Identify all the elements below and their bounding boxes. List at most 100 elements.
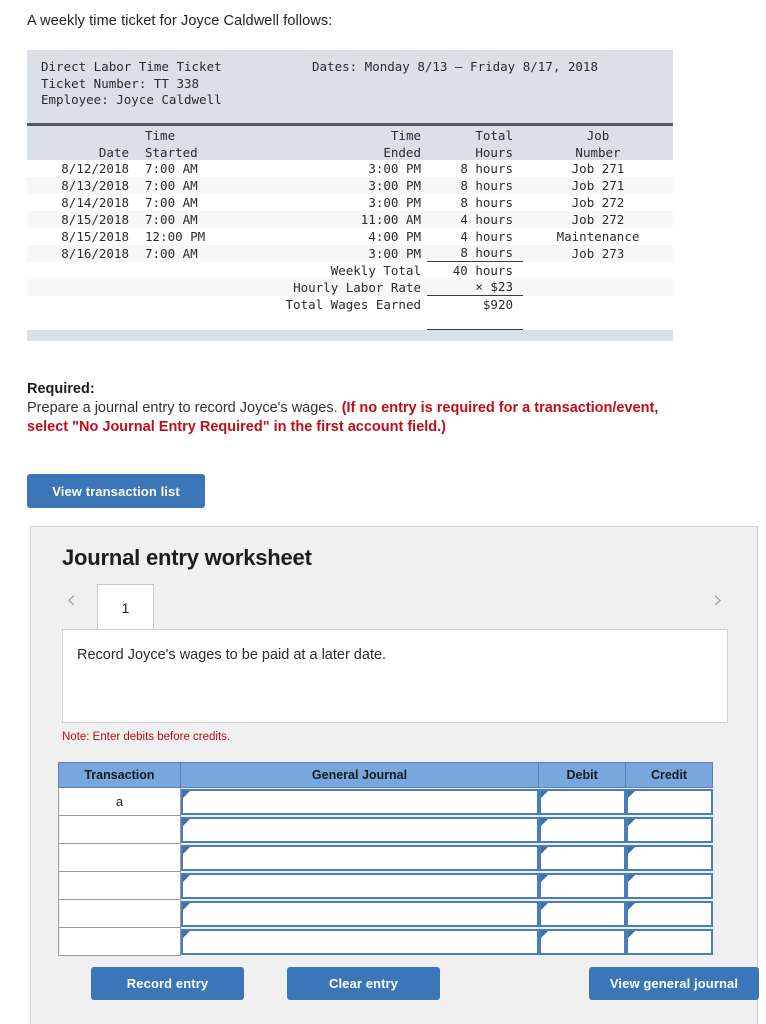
cell-started: 7:00 AM: [135, 210, 247, 228]
cell-date: 8/12/2018: [27, 159, 135, 177]
debit-input[interactable]: [538, 900, 626, 927]
cell-transaction: [58, 899, 181, 928]
credit-input[interactable]: [625, 816, 713, 843]
credit-input[interactable]: [625, 928, 713, 955]
table-row: [58, 815, 713, 844]
header-hours: Hours: [427, 142, 523, 160]
cell-general-journal[interactable]: [180, 927, 539, 956]
table-row: 8/15/2018 7:00 AM 11:00 AM 4 hours Job 2…: [27, 210, 673, 228]
cell-debit[interactable]: [538, 927, 626, 956]
general-journal-input[interactable]: [180, 872, 539, 899]
worksheet-description-text: Record Joyce's wages to be paid at a lat…: [77, 647, 387, 663]
totals-underline-row: [27, 312, 673, 330]
totals-label: Total Wages Earned: [247, 295, 427, 313]
table-row: a: [58, 787, 713, 816]
table-row: [58, 899, 713, 928]
debit-input[interactable]: [538, 844, 626, 871]
cell-job: Job 271: [523, 159, 673, 177]
cell-hours: 8 hours: [427, 193, 523, 211]
header-ended: Ended: [247, 142, 427, 160]
general-journal-input[interactable]: [180, 900, 539, 927]
required-sentence: Prepare a journal entry to record Joyce'…: [27, 400, 338, 416]
chevron-left-icon[interactable]: ‹: [66, 586, 86, 616]
required-instructions: Prepare a journal entry to record Joyce'…: [27, 399, 766, 437]
general-journal-input[interactable]: [180, 928, 539, 955]
worksheet-tab-label: 1: [121, 599, 130, 616]
cell-debit[interactable]: [538, 815, 626, 844]
worksheet-tab-1[interactable]: 1: [97, 584, 154, 630]
debit-input[interactable]: [538, 928, 626, 955]
debit-input[interactable]: [538, 816, 626, 843]
cell-general-journal[interactable]: [180, 843, 539, 872]
cell-ended: 3:00 PM: [247, 176, 427, 194]
general-journal-input[interactable]: [180, 788, 539, 815]
time-ticket-header: Direct Labor Time Ticket Ticket Number: …: [27, 50, 673, 126]
debit-input[interactable]: [538, 788, 626, 815]
cell-credit[interactable]: [625, 899, 713, 928]
header-hours-top: Total: [427, 125, 523, 143]
cell-ended: 3:00 PM: [247, 159, 427, 177]
header-debit: Debit: [538, 762, 627, 788]
cell-general-journal[interactable]: [180, 899, 539, 928]
cell-hours: 4 hours: [427, 210, 523, 228]
cell-credit[interactable]: [625, 871, 713, 900]
general-journal-input[interactable]: [180, 844, 539, 871]
intro-text: A weekly time ticket for Joyce Caldwell …: [27, 13, 333, 29]
cell-ended: 3:00 PM: [247, 244, 427, 262]
totals-row: Weekly Total 40 hours: [27, 261, 673, 279]
time-ticket-footer-bar: [27, 330, 673, 341]
header-started-top: Time: [135, 125, 247, 143]
header-date-top: [27, 125, 135, 143]
record-entry-button[interactable]: Record entry: [91, 967, 244, 1000]
cell-started: 7:00 AM: [135, 176, 247, 194]
page-root: A weekly time ticket for Joyce Caldwell …: [0, 0, 766, 1024]
header-date: Date: [27, 142, 135, 160]
view-transaction-list-button[interactable]: View transaction list: [27, 474, 205, 508]
journal-entry-worksheet-panel: Journal entry worksheet ‹ 1 › Record Joy…: [30, 526, 759, 1024]
chevron-right-icon[interactable]: ›: [713, 586, 733, 616]
cell-hours: 8 hours: [427, 244, 523, 262]
header-started: Started: [135, 142, 247, 160]
totals-label: Weekly Total: [247, 261, 427, 279]
cell-general-journal[interactable]: [180, 871, 539, 900]
cell-general-journal[interactable]: [180, 815, 539, 844]
credit-input[interactable]: [625, 844, 713, 871]
view-general-journal-button[interactable]: View general journal: [589, 967, 759, 1000]
cell-hours: 8 hours: [427, 159, 523, 177]
journal-entry-table-wrapper: Transaction General Journal Debit Credit…: [58, 762, 713, 956]
journal-header-row: Transaction General Journal Debit Credit: [58, 762, 713, 788]
cell-job: Job 273: [523, 244, 673, 262]
totals-value: 40 hours: [427, 261, 523, 279]
credit-input[interactable]: [625, 900, 713, 927]
cell-credit[interactable]: [625, 843, 713, 872]
cell-general-journal[interactable]: [180, 787, 539, 816]
time-ticket-card: Direct Labor Time Ticket Ticket Number: …: [27, 50, 673, 341]
cell-credit[interactable]: [625, 927, 713, 956]
debit-input[interactable]: [538, 872, 626, 899]
debits-before-credits-note: Note: Enter debits before credits.: [62, 731, 231, 743]
cell-transaction: [58, 927, 181, 956]
cell-debit[interactable]: [538, 871, 626, 900]
header-job-top: Job: [523, 125, 673, 143]
credit-input[interactable]: [625, 788, 713, 815]
totals-value: × $23: [427, 278, 523, 296]
required-section: Required: Prepare a journal entry to rec…: [27, 381, 766, 437]
cell-job: Job 272: [523, 210, 673, 228]
cell-debit[interactable]: [538, 899, 626, 928]
cell-hours: 4 hours: [427, 227, 523, 245]
table-row: 8/14/2018 7:00 AM 3:00 PM 8 hours Job 27…: [27, 193, 673, 211]
cell-debit[interactable]: [538, 787, 626, 816]
worksheet-title: Journal entry worksheet: [62, 545, 312, 570]
clear-entry-button[interactable]: Clear entry: [287, 967, 440, 1000]
cell-credit[interactable]: [625, 787, 713, 816]
required-hint-line2: select "No Journal Entry Required" in th…: [27, 419, 447, 435]
cell-debit[interactable]: [538, 843, 626, 872]
cell-credit[interactable]: [625, 815, 713, 844]
credit-input[interactable]: [625, 872, 713, 899]
ticket-dates: Dates: Monday 8/13 – Friday 8/17, 2018: [312, 59, 598, 74]
totals-row: Hourly Labor Rate × $23: [27, 278, 673, 296]
totals-value: $920: [427, 295, 523, 313]
cell-started: 7:00 AM: [135, 193, 247, 211]
cell-ended: 11:00 AM: [247, 210, 427, 228]
general-journal-input[interactable]: [180, 816, 539, 843]
